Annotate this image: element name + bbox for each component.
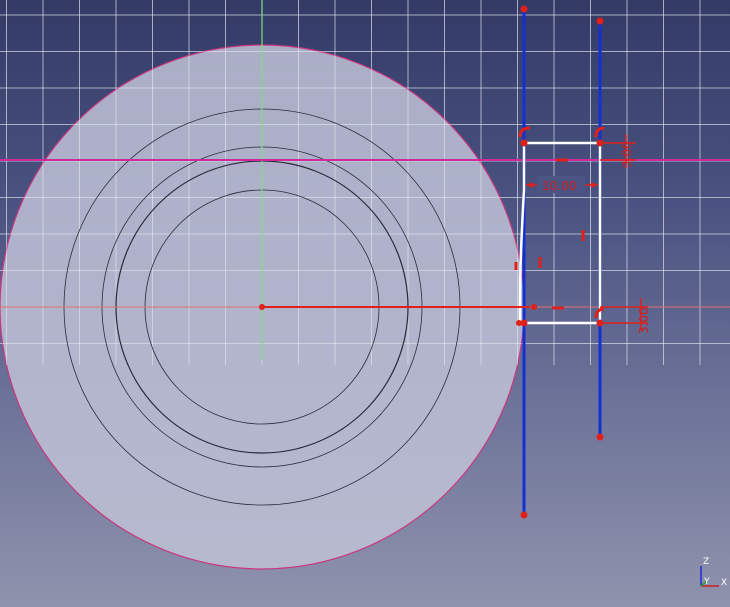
construction-endpoint[interactable]: [596, 433, 604, 441]
axis-x-label: X: [721, 578, 728, 588]
construction-endpoint[interactable]: [520, 511, 528, 519]
sketch-viewport[interactable]: 10.00 3.00 3.00 Z Y X: [0, 0, 730, 607]
sketch-canvas[interactable]: 10.00 3.00 3.00: [0, 0, 730, 607]
axis-triad: Z Y X: [693, 556, 729, 592]
coincident-point-icon[interactable]: [531, 304, 537, 310]
construction-lines[interactable]: [520, 5, 604, 519]
origin-point[interactable]: [259, 304, 265, 310]
axis-z-label: Z: [703, 557, 710, 567]
dimension-bottom-offset-label[interactable]: 3.00: [637, 307, 651, 334]
coincident-point-icon[interactable]: [516, 320, 522, 326]
axis-y-label: Y: [704, 577, 710, 587]
construction-endpoint[interactable]: [596, 17, 604, 25]
coincident-point-icon[interactable]: [520, 139, 528, 147]
construction-endpoint[interactable]: [520, 5, 528, 13]
dimension-top-offset-label[interactable]: 3.00: [620, 141, 634, 168]
sketch-profile[interactable]: [518, 141, 602, 325]
dimension-width-label[interactable]: 10.00: [542, 179, 576, 193]
